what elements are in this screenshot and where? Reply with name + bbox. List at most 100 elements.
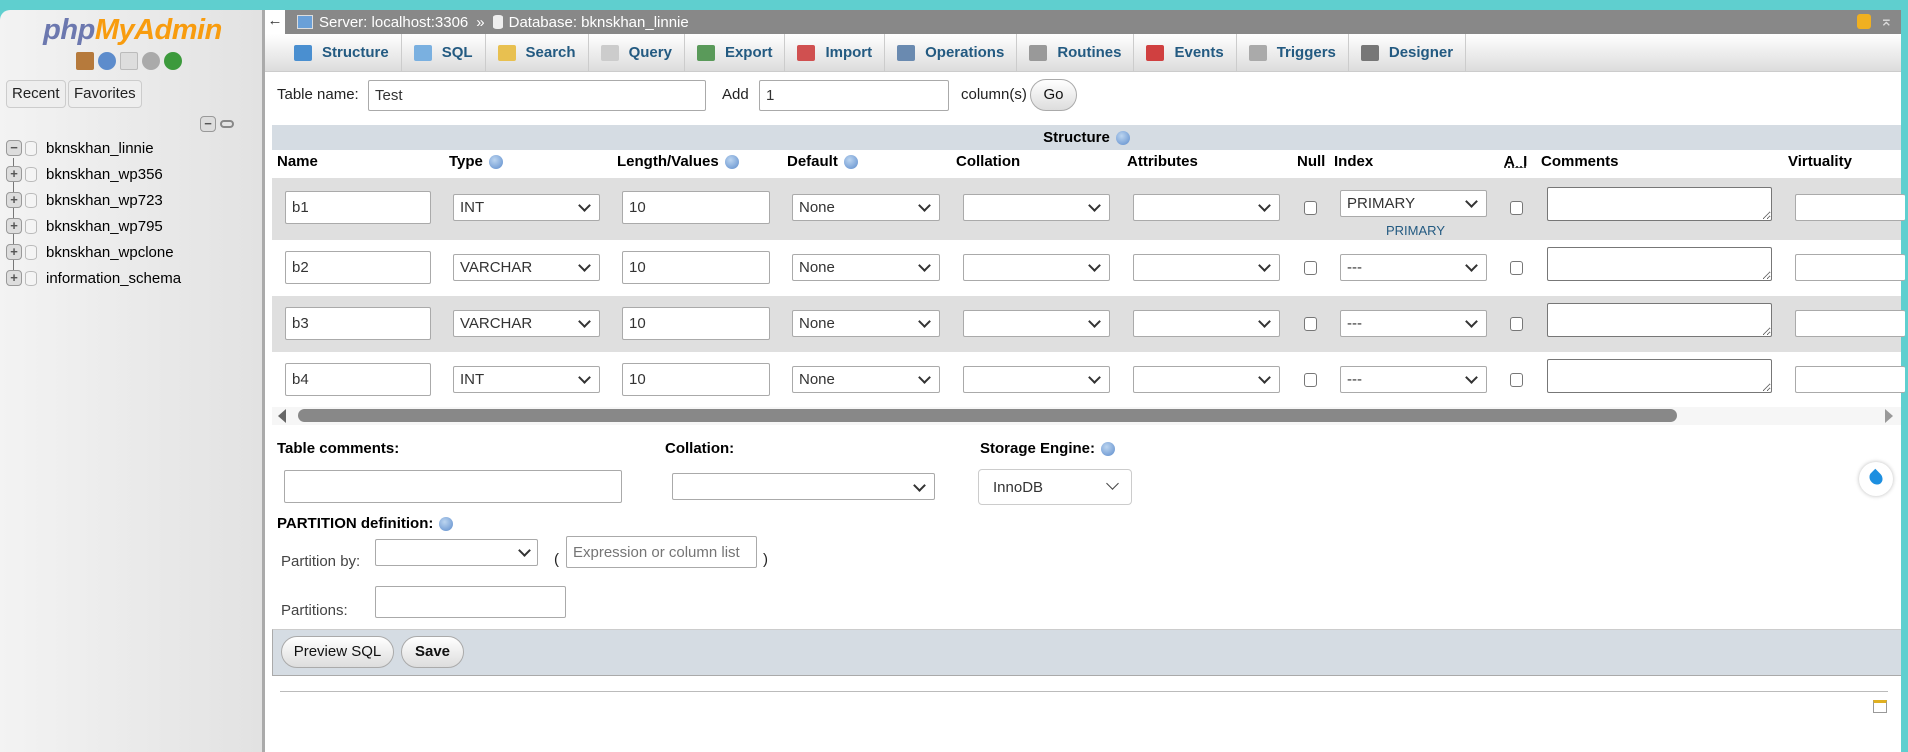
collapse-all-icon[interactable]: −	[200, 116, 216, 132]
partition-by-select[interactable]	[375, 539, 538, 566]
tab-sql[interactable]: SQL	[402, 34, 486, 71]
db-name[interactable]: bknskhan_wp723	[46, 192, 163, 209]
virtuality-select[interactable]	[1795, 366, 1905, 393]
db-name[interactable]: bknskhan_wp795	[46, 218, 163, 235]
auto-increment-checkbox[interactable]	[1510, 317, 1523, 331]
db-tree-item[interactable]: + bknskhan_wp795	[6, 216, 163, 236]
tab-export[interactable]: Export	[685, 34, 786, 71]
scroll-right-icon[interactable]	[1885, 409, 1893, 423]
collation-select[interactable]	[963, 254, 1110, 281]
length-input[interactable]	[622, 307, 770, 340]
attributes-select[interactable]	[1133, 194, 1280, 221]
db-name[interactable]: bknskhan_wp356	[46, 166, 163, 183]
help-icon[interactable]	[1115, 131, 1130, 146]
index-select[interactable]: ---	[1340, 310, 1487, 337]
db-tree-item[interactable]: + bknskhan_wpclone	[6, 242, 174, 262]
tab-search[interactable]: Search	[486, 34, 589, 71]
help-icon[interactable]	[1101, 442, 1116, 457]
index-note[interactable]: PRIMARY	[1386, 223, 1445, 238]
recent-button[interactable]: Recent	[6, 80, 66, 108]
length-input[interactable]	[622, 191, 770, 224]
preview-sql-button[interactable]: Preview SQL	[281, 636, 394, 668]
tab-query[interactable]: Query	[589, 34, 685, 71]
expand-icon[interactable]: +	[6, 166, 22, 182]
partition-expression-input[interactable]	[566, 536, 757, 568]
scrollbar-thumb[interactable]	[298, 409, 1677, 422]
tab-routines[interactable]: Routines	[1017, 34, 1135, 71]
storage-engine-select[interactable]: InnoDB	[978, 469, 1132, 505]
save-button[interactable]: Save	[401, 636, 464, 668]
console-icon[interactable]	[1873, 700, 1887, 713]
back-arrow-icon[interactable]: ←	[265, 10, 285, 34]
collapse-icon[interactable]: −	[6, 140, 22, 156]
db-name[interactable]: information_schema	[46, 270, 181, 287]
auto-increment-checkbox[interactable]	[1510, 201, 1523, 215]
help-icon[interactable]	[488, 155, 503, 170]
column-name-input[interactable]	[285, 191, 431, 224]
breadcrumb-server[interactable]: Server: localhost:3306	[319, 14, 468, 31]
lock-icon[interactable]	[1857, 14, 1871, 29]
auto-increment-checkbox[interactable]	[1510, 261, 1523, 275]
db-tree-item[interactable]: + information_schema	[6, 268, 181, 288]
tab-designer[interactable]: Designer	[1349, 34, 1467, 71]
index-select[interactable]: ---	[1340, 254, 1487, 281]
help-icon[interactable]	[843, 155, 858, 170]
go-button[interactable]: Go	[1030, 79, 1077, 111]
null-checkbox[interactable]	[1304, 201, 1317, 215]
attributes-select[interactable]	[1133, 310, 1280, 337]
tab-events[interactable]: Events	[1134, 34, 1237, 71]
type-select[interactable]: VARCHAR	[453, 254, 600, 281]
db-tree-item[interactable]: − bknskhan_linnie	[6, 138, 154, 158]
virtuality-select[interactable]	[1795, 310, 1905, 337]
help-icon[interactable]	[724, 155, 739, 170]
partitions-input[interactable]	[375, 586, 566, 618]
floating-helper-button[interactable]	[1859, 462, 1893, 496]
db-tree-item[interactable]: + bknskhan_wp356	[6, 164, 163, 184]
type-select[interactable]: INT	[453, 194, 600, 221]
link-icon[interactable]	[220, 120, 234, 128]
help-icon[interactable]	[98, 52, 116, 70]
tab-operations[interactable]: Operations	[885, 34, 1018, 71]
type-select[interactable]: INT	[453, 366, 600, 393]
expand-icon[interactable]: +	[6, 270, 22, 286]
length-input[interactable]	[622, 251, 770, 284]
breadcrumb-database[interactable]: Database: bknskhan_linnie	[509, 14, 689, 31]
default-select[interactable]: None	[792, 310, 940, 337]
null-checkbox[interactable]	[1304, 261, 1317, 275]
db-name[interactable]: bknskhan_linnie	[46, 140, 154, 157]
help-icon[interactable]	[439, 517, 454, 532]
expand-icon[interactable]: +	[6, 192, 22, 208]
favorites-button[interactable]: Favorites	[68, 80, 142, 108]
add-columns-input[interactable]	[759, 80, 949, 111]
attributes-select[interactable]	[1133, 254, 1280, 281]
comments-textarea[interactable]	[1547, 359, 1772, 393]
attributes-select[interactable]	[1133, 366, 1280, 393]
expand-icon[interactable]: +	[6, 244, 22, 260]
collation-select[interactable]	[963, 310, 1110, 337]
length-input[interactable]	[622, 363, 770, 396]
default-select[interactable]: None	[792, 194, 940, 221]
comments-textarea[interactable]	[1547, 187, 1772, 221]
settings-icon[interactable]	[142, 52, 160, 70]
tab-structure[interactable]: Structure	[282, 34, 402, 71]
scroll-top-icon[interactable]: ⌅	[1880, 11, 1893, 31]
phpmyadmin-logo[interactable]: phpMyAdmin	[0, 14, 265, 47]
index-select[interactable]: ---	[1340, 366, 1487, 393]
db-tree-item[interactable]: + bknskhan_wp723	[6, 190, 163, 210]
scroll-left-icon[interactable]	[278, 409, 286, 423]
expand-icon[interactable]: +	[6, 218, 22, 234]
horizontal-scrollbar[interactable]	[272, 407, 1901, 425]
db-name[interactable]: bknskhan_wpclone	[46, 244, 174, 261]
table-collation-select[interactable]	[672, 473, 935, 500]
table-comments-input[interactable]	[284, 470, 622, 503]
column-name-input[interactable]	[285, 363, 431, 396]
null-checkbox[interactable]	[1304, 373, 1317, 387]
collation-select[interactable]	[963, 194, 1110, 221]
comments-textarea[interactable]	[1547, 247, 1772, 281]
auto-increment-checkbox[interactable]	[1510, 373, 1523, 387]
default-select[interactable]: None	[792, 254, 940, 281]
null-checkbox[interactable]	[1304, 317, 1317, 331]
comments-textarea[interactable]	[1547, 303, 1772, 337]
table-name-input[interactable]	[368, 80, 706, 111]
virtuality-select[interactable]	[1795, 254, 1905, 281]
